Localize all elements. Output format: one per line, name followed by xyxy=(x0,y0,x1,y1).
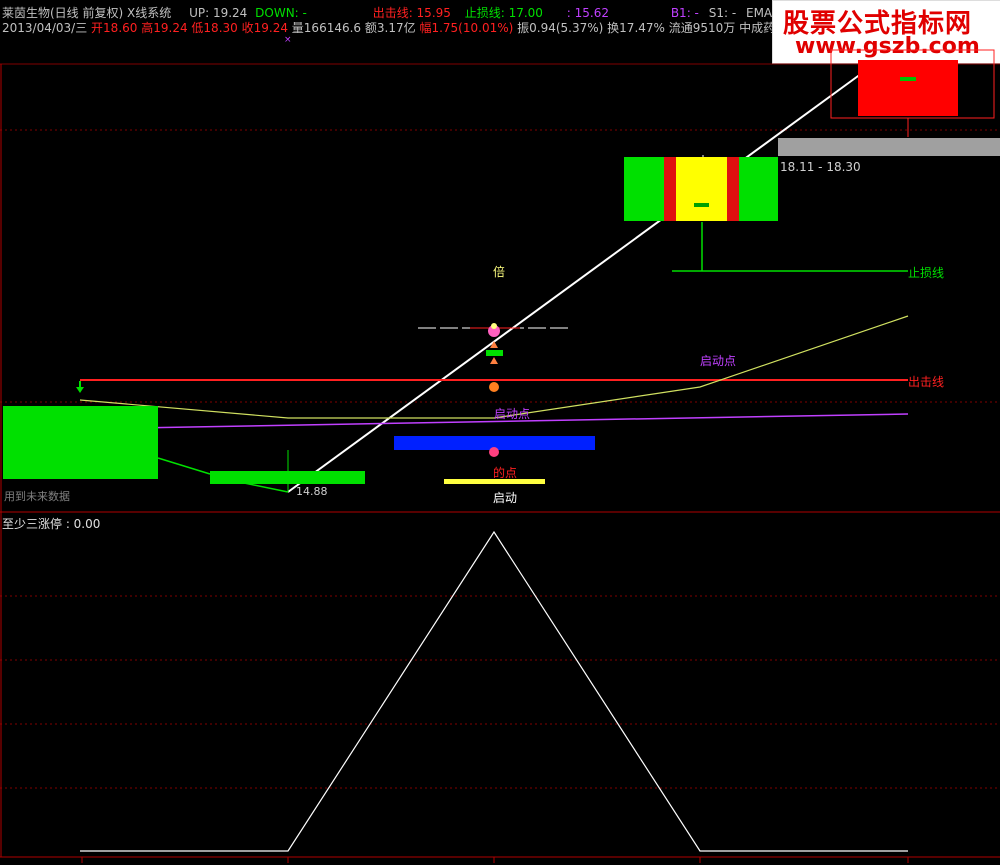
price-range-label: 18.11 - 18.30 xyxy=(780,160,861,174)
di-dian-label: 的点 xyxy=(493,466,518,480)
candle-body xyxy=(3,406,158,479)
future-data-label: 用到未来数据 xyxy=(4,490,70,503)
signal-ball-icon xyxy=(489,447,499,457)
candle-link xyxy=(157,457,211,475)
start-point-label: 启动点 xyxy=(700,354,737,368)
signal-bar xyxy=(486,350,503,356)
candle-stripe xyxy=(664,157,676,221)
candle-body xyxy=(858,60,958,116)
up-arrow-icon xyxy=(490,357,498,364)
gray-band xyxy=(778,138,1000,156)
down-arrow-head-icon xyxy=(76,387,84,393)
candle-stripe xyxy=(727,157,739,221)
bei-label: 倍 xyxy=(493,265,506,279)
attack-line-label: 出击线 xyxy=(908,375,945,389)
small-marker: × xyxy=(284,35,292,45)
trend-line xyxy=(287,59,881,493)
signal-dot-icon xyxy=(491,323,497,329)
candle-mark xyxy=(900,77,916,81)
kline-chart[interactable] xyxy=(0,0,1000,865)
qi-dong-label: 启动 xyxy=(493,491,518,505)
candle-mark xyxy=(694,203,709,207)
stop-loss-label: 止损线 xyxy=(908,266,945,280)
lower-panel-title: 至少三涨停 : 0.00 xyxy=(2,517,101,531)
limit-up-line xyxy=(80,530,908,852)
signal-ball-icon xyxy=(489,382,499,392)
start-point-label: 启动点 xyxy=(494,407,531,421)
low-price-label: 14.88 xyxy=(296,485,328,498)
